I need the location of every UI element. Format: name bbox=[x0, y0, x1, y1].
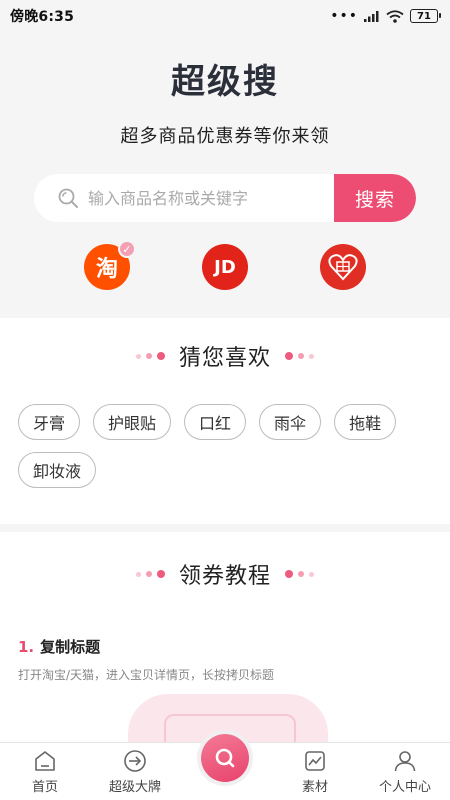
search-bar: 搜索 bbox=[34, 174, 416, 222]
nav-center-circle bbox=[201, 734, 249, 782]
section-header: 领券教程 bbox=[0, 558, 450, 590]
step-description: 打开淘宝/天猫，进入宝贝详情页，长按拷贝标题 bbox=[18, 668, 275, 682]
search-icon bbox=[58, 188, 78, 208]
tag-list: 牙膏 护眼贴 口红 雨伞 拖鞋 卸妆液 bbox=[18, 404, 438, 488]
tag-chip[interactable]: 牙膏 bbox=[18, 404, 81, 440]
taobao-logo-icon: 淘 bbox=[95, 257, 118, 282]
decor-dots-right bbox=[285, 570, 314, 578]
nav-super-brand[interactable]: 超级大牌 bbox=[90, 743, 180, 800]
nav-materials[interactable]: 素材 bbox=[270, 743, 360, 800]
step-number: 1. bbox=[18, 638, 35, 656]
nav-super-brand-label: 超级大牌 bbox=[108, 780, 161, 795]
page-subtitle: 超多商品优惠券等你来领 bbox=[120, 126, 330, 147]
nav-home-label: 首页 bbox=[31, 780, 58, 795]
tag-chip[interactable]: 雨伞 bbox=[259, 404, 322, 440]
tag-chip[interactable]: 卸妆液 bbox=[18, 452, 97, 488]
chart-trend-icon bbox=[305, 751, 325, 771]
status-time: 傍晚6:35 bbox=[10, 9, 75, 25]
decor-dots-left bbox=[135, 570, 165, 578]
section-header: 猜您喜欢 bbox=[0, 340, 450, 372]
selected-check-icon: ✓ bbox=[118, 240, 136, 258]
tag-chip[interactable]: 护眼贴 bbox=[93, 404, 172, 440]
platform-jd-button[interactable]: JD bbox=[202, 244, 248, 290]
search-hero: 超级搜 超多商品优惠券等你来领 搜索 淘 ✓ JD bbox=[0, 32, 450, 318]
section-title: 领券教程 bbox=[178, 564, 271, 589]
nav-super-search-button[interactable] bbox=[197, 730, 253, 786]
pinduoduo-logo-icon bbox=[328, 254, 358, 281]
platform-pinduoduo-button[interactable] bbox=[320, 244, 366, 290]
signal-dots: ••• bbox=[330, 8, 358, 24]
decor-dots-left bbox=[135, 352, 165, 360]
search-input[interactable] bbox=[80, 188, 334, 208]
jd-logo-icon: JD bbox=[214, 256, 236, 278]
page-title: 超级搜 bbox=[171, 62, 279, 102]
platform-taobao-button[interactable]: 淘 ✓ bbox=[84, 240, 136, 290]
nav-home[interactable]: 首页 bbox=[0, 743, 90, 800]
tag-chip[interactable]: 口红 bbox=[184, 404, 247, 440]
decor-dots-right bbox=[285, 352, 314, 360]
brand-arrow-icon bbox=[124, 750, 146, 772]
nav-materials-label: 素材 bbox=[301, 780, 328, 795]
tag-chip[interactable]: 拖鞋 bbox=[334, 404, 397, 440]
search-button[interactable]: 搜索 bbox=[334, 174, 416, 222]
step-title-text: 复制标题 bbox=[40, 638, 101, 656]
platform-selector: 淘 ✓ JD bbox=[0, 240, 450, 294]
nav-profile-label: 个人中心 bbox=[378, 780, 431, 795]
section-title: 猜您喜欢 bbox=[178, 346, 271, 371]
search-icon bbox=[215, 748, 235, 768]
user-icon bbox=[394, 751, 416, 772]
status-bar: 傍晚6:35 ••• 71 bbox=[0, 0, 450, 32]
guess-you-like-section: 猜您喜欢 牙膏 护眼贴 口红 雨伞 拖鞋 卸妆液 bbox=[0, 318, 450, 524]
signal-icon bbox=[364, 11, 379, 22]
wifi-icon bbox=[386, 9, 404, 23]
step-title: 1. 复制标题 bbox=[18, 636, 100, 657]
nav-profile[interactable]: 个人中心 bbox=[360, 743, 450, 800]
coupon-tutorial-section: 领券教程 1. 复制标题 打开淘宝/天猫，进入宝贝详情页，长按拷贝标题 bbox=[0, 532, 450, 742]
status-icons: ••• 71 bbox=[330, 8, 441, 24]
home-icon bbox=[35, 751, 55, 771]
battery-icon: 71 bbox=[410, 9, 441, 23]
